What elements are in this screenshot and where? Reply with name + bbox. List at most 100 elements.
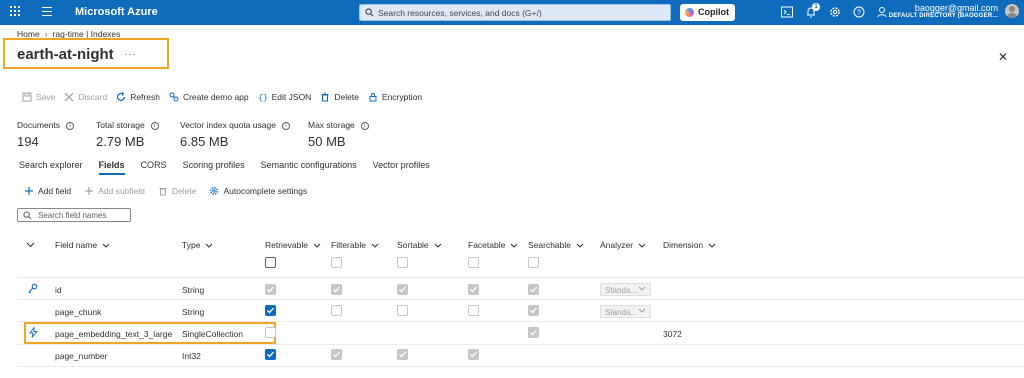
account-menu[interactable]: baogger@gmail.com DEFAULT DIRECTORY (BAO…	[889, 3, 998, 19]
notification-badge: 1	[812, 3, 820, 11]
demo-app-icon	[169, 92, 179, 102]
analyzer-dropdown[interactable]: Standa...	[600, 283, 651, 296]
encryption-button[interactable]: Encryption	[368, 92, 422, 102]
refresh-label: Refresh	[130, 92, 160, 102]
add-field-button[interactable]: Add field	[24, 186, 71, 196]
analyzer-dropdown[interactable]: Standa...	[600, 305, 651, 318]
row-divider	[17, 277, 1024, 278]
field-search-input[interactable]: Search field names	[17, 208, 131, 222]
facetable-checkbox[interactable]	[468, 284, 479, 295]
global-search-input[interactable]: Search resources, services, and docs (G+…	[359, 4, 671, 21]
cloud-shell-icon[interactable]	[780, 5, 794, 19]
tab-search-explorer[interactable]: Search explorer	[19, 160, 83, 175]
stat-vector-quota: Vector index quota usage i 6.85 MB	[180, 120, 290, 149]
chevron-down-icon	[638, 243, 646, 248]
filterable-checkbox[interactable]	[331, 284, 342, 295]
refresh-button[interactable]: Refresh	[116, 92, 160, 102]
column-header-field-name[interactable]: Field name	[55, 240, 110, 250]
settings-gear-icon[interactable]	[828, 5, 842, 19]
column-header-analyzer[interactable]: Analyzer	[600, 240, 646, 250]
delete-index-button[interactable]: Delete	[320, 92, 359, 102]
save-button[interactable]: Save	[22, 92, 55, 102]
expand-all-chevron-icon[interactable]	[26, 242, 35, 248]
close-icon[interactable]: ✕	[998, 50, 1008, 64]
info-icon[interactable]: i	[281, 122, 290, 130]
facetable-select-all-checkbox[interactable]	[468, 257, 479, 268]
column-header-facetable[interactable]: Facetable	[468, 240, 518, 250]
save-icon	[22, 92, 32, 102]
stat-value: 6.85 MB	[180, 134, 229, 149]
column-label: Analyzer	[600, 240, 634, 250]
tab-scoring-profiles[interactable]: Scoring profiles	[183, 160, 245, 175]
help-icon[interactable]: ?	[852, 5, 866, 19]
sortable-checkbox[interactable]	[397, 305, 408, 316]
more-options-button[interactable]: ···	[124, 49, 137, 60]
column-header-searchable[interactable]: Searchable	[528, 240, 584, 250]
tab-semantic-configurations[interactable]: Semantic configurations	[261, 160, 357, 175]
search-placeholder: Search resources, services, and docs (G+…	[378, 8, 542, 18]
column-header-type[interactable]: Type	[182, 240, 213, 250]
filterable-select-all-checkbox[interactable]	[331, 257, 342, 268]
tab-fields[interactable]: Fields	[98, 160, 125, 175]
add-subfield-button[interactable]: Add subfield	[84, 186, 145, 196]
filterable-checkbox[interactable]	[331, 305, 342, 316]
facetable-checkbox[interactable]	[468, 349, 479, 360]
column-header-retrievable[interactable]: Retrievable	[265, 240, 321, 250]
create-demo-app-button[interactable]: Create demo app	[169, 92, 249, 102]
chevron-down-icon	[434, 243, 442, 248]
retrievable-checkbox[interactable]	[265, 327, 276, 338]
field-name[interactable]: id	[55, 285, 62, 295]
searchable-checkbox[interactable]	[528, 284, 539, 295]
retrievable-checkbox[interactable]	[265, 284, 276, 295]
stat-total-storage: Total storage i 2.79 MB	[96, 120, 159, 149]
column-label: Sortable	[397, 240, 429, 250]
field-name[interactable]: page_number	[55, 351, 107, 361]
copilot-icon	[685, 8, 694, 17]
discard-label: Discard	[78, 92, 108, 102]
tab-bar: Search explorer Fields CORS Scoring prof…	[19, 160, 446, 175]
sortable-checkbox[interactable]	[397, 349, 408, 360]
column-header-sortable[interactable]: Sortable	[397, 240, 442, 250]
feedback-icon[interactable]	[875, 5, 889, 19]
copilot-label: Copilot	[698, 7, 729, 17]
edit-json-label: Edit JSON	[271, 92, 312, 102]
field-name[interactable]: page_chunk	[55, 307, 101, 317]
tab-cors[interactable]: CORS	[141, 160, 167, 175]
brand-title[interactable]: Microsoft Azure	[75, 6, 158, 18]
chevron-down-icon	[638, 308, 646, 313]
copilot-button[interactable]: Copilot	[680, 4, 735, 21]
facetable-checkbox[interactable]	[468, 305, 479, 316]
retrievable-select-all-checkbox[interactable]	[265, 257, 276, 268]
menu-icon[interactable]	[42, 7, 52, 19]
info-icon[interactable]: i	[360, 122, 369, 130]
edit-json-button[interactable]: {} Edit JSON	[258, 92, 312, 102]
searchable-select-all-checkbox[interactable]	[528, 257, 539, 268]
sortable-checkbox[interactable]	[397, 284, 408, 295]
searchable-checkbox[interactable]	[528, 305, 539, 316]
app-launcher-icon[interactable]	[10, 6, 20, 16]
delete-field-button[interactable]: Delete	[158, 186, 197, 196]
searchable-checkbox[interactable]	[528, 327, 539, 338]
discard-button[interactable]: Discard	[64, 92, 107, 102]
sortable-select-all-checkbox[interactable]	[397, 257, 408, 268]
column-label: Type	[182, 240, 201, 250]
filterable-checkbox[interactable]	[331, 349, 342, 360]
column-header-filterable[interactable]: Filterable	[331, 240, 379, 250]
tab-vector-profiles[interactable]: Vector profiles	[373, 160, 430, 175]
delete-field-label: Delete	[171, 186, 197, 196]
top-bar: Microsoft Azure Search resources, servic…	[0, 0, 1024, 25]
info-icon[interactable]: i	[150, 122, 159, 130]
autocomplete-label: Autocomplete settings	[223, 186, 308, 196]
field-name[interactable]: page_embedding_text_3_large	[55, 329, 172, 339]
avatar[interactable]	[1005, 4, 1019, 18]
retrievable-checkbox[interactable]	[265, 349, 276, 360]
column-header-dimension[interactable]: Dimension	[663, 240, 716, 250]
info-icon[interactable]: i	[66, 122, 74, 130]
field-search-placeholder: Search field names	[38, 211, 107, 220]
autocomplete-settings-button[interactable]: Autocomplete settings	[209, 186, 307, 196]
add-field-label: Add field	[38, 186, 72, 196]
lock-icon	[369, 93, 377, 102]
retrievable-checkbox[interactable]	[265, 305, 276, 316]
stat-label: Total storage	[96, 120, 145, 130]
search-icon	[23, 211, 32, 220]
